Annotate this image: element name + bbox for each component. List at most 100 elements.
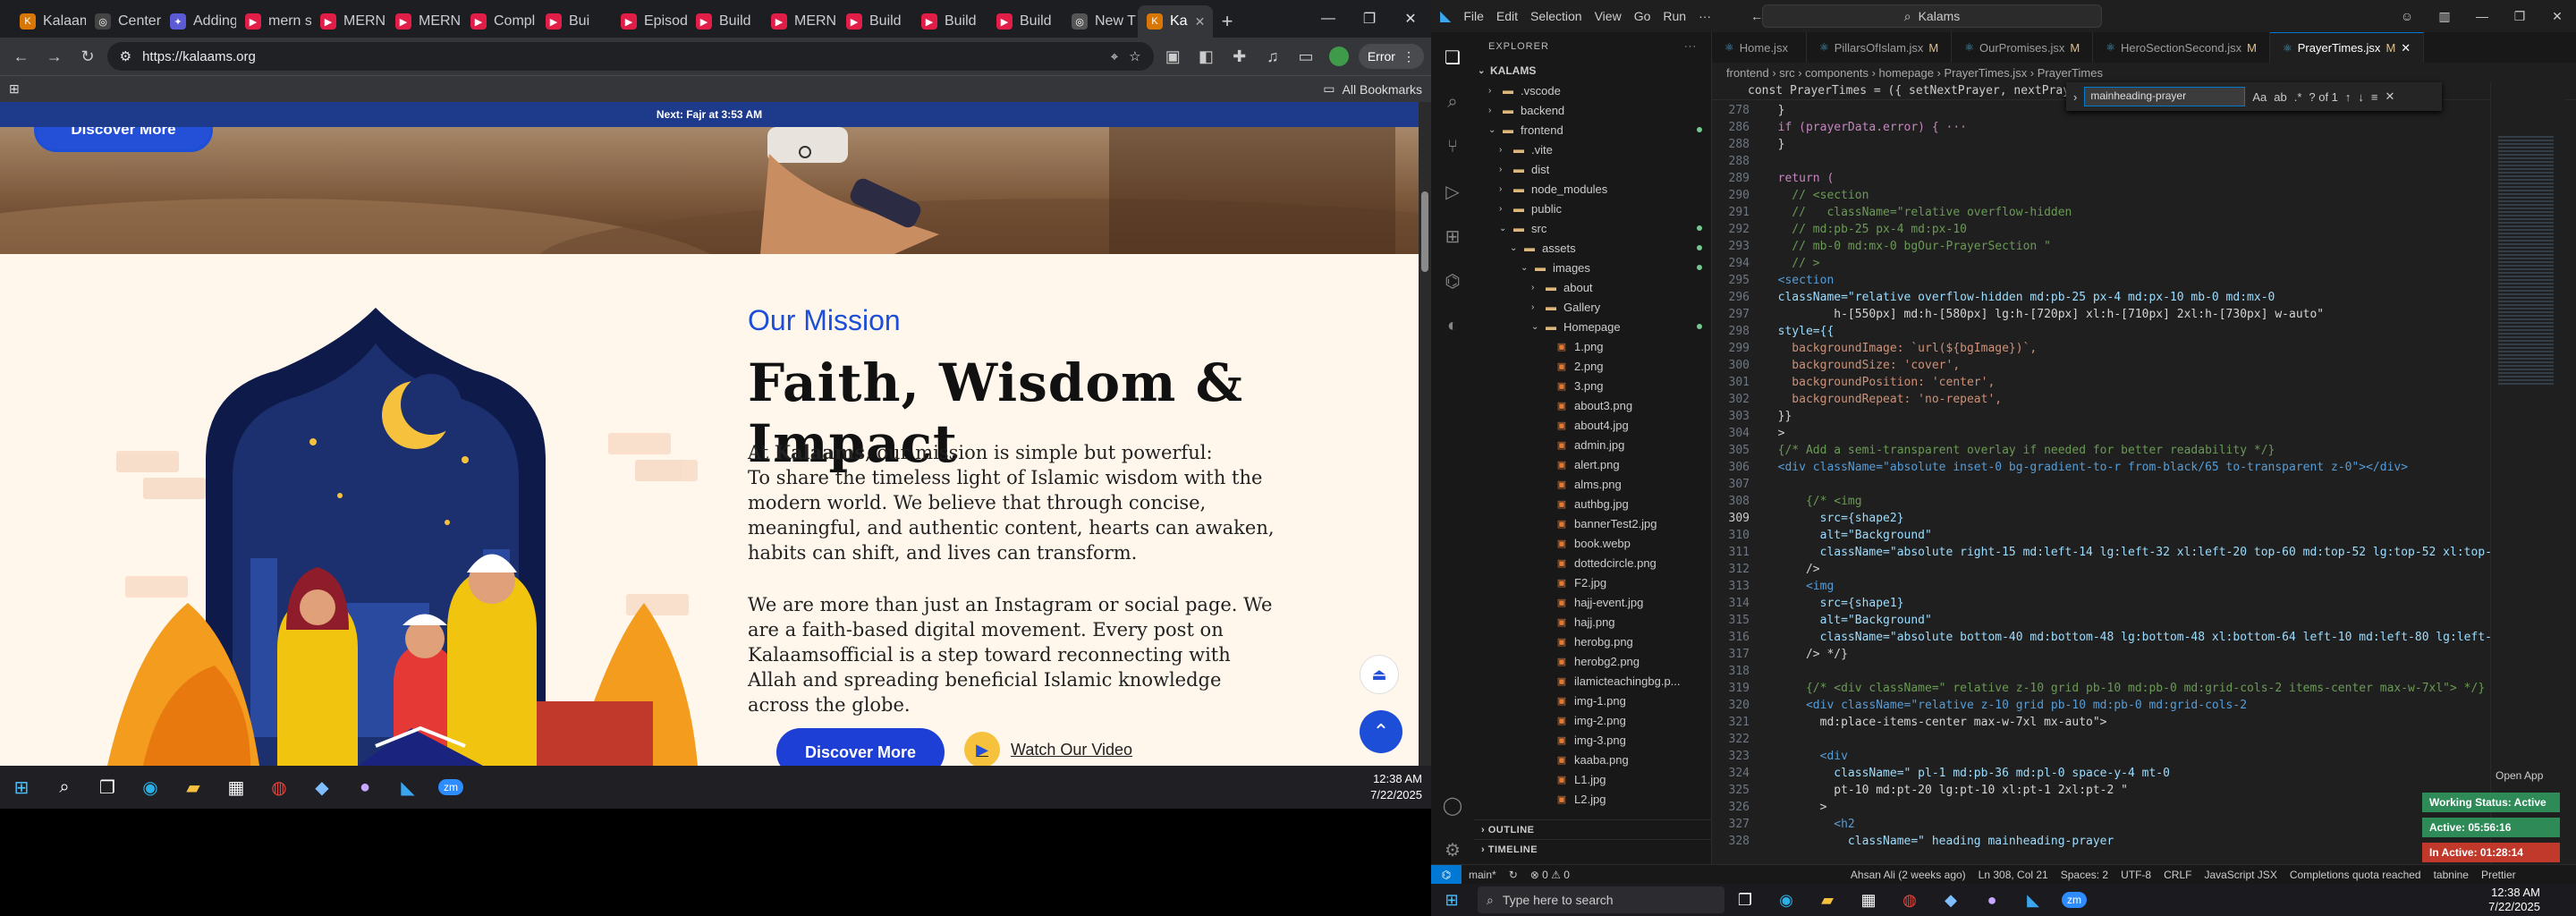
file-explorer-icon[interactable]: ▰ bbox=[172, 766, 215, 809]
code-line[interactable]: 321 md:place-items-center max-w-7xl mx-a… bbox=[1712, 714, 2576, 731]
workspace-root[interactable]: ⌄ KALAMS bbox=[1474, 61, 1711, 81]
chrome-icon[interactable]: ◍ bbox=[258, 766, 301, 809]
tree-file[interactable]: ▣ kaaba.png bbox=[1474, 750, 1711, 769]
tree-file[interactable]: ▣ about3.png bbox=[1474, 395, 1711, 415]
minimize-icon[interactable]: — bbox=[2463, 0, 2501, 32]
minimize-icon[interactable]: — bbox=[1308, 0, 1349, 38]
source-control-icon[interactable]: ⑂ bbox=[1431, 127, 1474, 166]
url-text[interactable]: https://kalaams.org bbox=[142, 49, 1100, 64]
code-line[interactable]: 310 alt="Background" bbox=[1712, 527, 2576, 544]
tree-file[interactable]: ▣ herobg.png bbox=[1474, 632, 1711, 651]
code-line[interactable]: 302 backgroundRepeat: 'no-repeat', bbox=[1712, 391, 2576, 408]
menu-item[interactable]: Selection bbox=[1530, 9, 1582, 23]
scroll-top-button[interactable]: ⌃ bbox=[1360, 710, 1402, 753]
tree-file[interactable]: ▣ admin.jpg bbox=[1474, 435, 1711, 454]
code-line[interactable]: 312 /> bbox=[1712, 561, 2576, 578]
code-line[interactable]: 297 h-[550px] md:h-[580px] lg:h-[720px] … bbox=[1712, 306, 2576, 323]
code-line[interactable]: 308 {/* <img bbox=[1712, 493, 2576, 510]
taskbar-search[interactable]: ⌕ Type here to search bbox=[1478, 886, 1724, 913]
tree-file[interactable]: ▣ dottedcircle.png bbox=[1474, 553, 1711, 572]
scrollbar-thumb[interactable] bbox=[1421, 191, 1428, 272]
browser-tab[interactable]: ▶ Episod bbox=[612, 5, 687, 38]
media-icon[interactable]: ♫ bbox=[1258, 41, 1286, 72]
tree-folder[interactable]: › ▬ backend bbox=[1474, 100, 1711, 120]
explorer-icon[interactable]: ❏ bbox=[1431, 38, 1474, 77]
tree-folder[interactable]: › ▬ .vite bbox=[1474, 140, 1711, 159]
run-debug-icon[interactable]: ▷ bbox=[1431, 172, 1474, 211]
browser-tab[interactable]: ▶ Build bbox=[987, 5, 1063, 38]
tree-file[interactable]: ▣ alms.png bbox=[1474, 474, 1711, 494]
browser-tab[interactable]: ◎ New T bbox=[1063, 5, 1138, 38]
tree-folder[interactable]: ⌄ ▬ src bbox=[1474, 218, 1711, 238]
right-clock[interactable]: 12:38 AM 7/22/2025 bbox=[2488, 886, 2540, 914]
browser-tab[interactable]: ▶ MERN bbox=[762, 5, 837, 38]
tree-folder[interactable]: ⌄ ▬ Homepage bbox=[1474, 317, 1711, 336]
tabnine-status[interactable]: tabnine bbox=[2434, 869, 2469, 881]
editor-tab[interactable]: ⚛ Home.jsx bbox=[1712, 32, 1807, 63]
tree-file[interactable]: ▣ bannerTest2.jpg bbox=[1474, 513, 1711, 533]
github-icon[interactable]: ● bbox=[343, 766, 386, 809]
problems-status[interactable]: ⊗ 0 ⚠ 0 bbox=[1530, 869, 1570, 881]
arrow-up-icon[interactable]: ↑ bbox=[2345, 90, 2351, 104]
close-icon[interactable]: ✕ bbox=[1390, 0, 1431, 38]
store-icon[interactable]: ▦ bbox=[215, 766, 258, 809]
editor-tab[interactable]: ⚛ OurPromises.jsx M bbox=[1952, 32, 2094, 63]
hero-discover-button[interactable]: Discover More bbox=[34, 127, 213, 152]
editor-tab[interactable]: ⚛ PillarsOfIslam.jsx M bbox=[1807, 32, 1953, 63]
code-line[interactable]: 288 } bbox=[1712, 136, 2576, 153]
back-arrow-icon[interactable]: ← bbox=[7, 41, 35, 72]
code-line[interactable]: 318 bbox=[1712, 663, 2576, 680]
left-clock[interactable]: 12:38 AM 7/22/2025 bbox=[1370, 771, 1422, 803]
more-icon[interactable]: ··· bbox=[1684, 41, 1697, 52]
vscode-icon[interactable]: ◣ bbox=[386, 766, 429, 809]
open-app-link[interactable]: Open App bbox=[2496, 769, 2543, 782]
bookmark-star-icon[interactable]: ☆ bbox=[1129, 48, 1140, 64]
eol-status[interactable]: CRLF bbox=[2164, 869, 2191, 881]
code-line[interactable]: 301 backgroundPosition: 'center', bbox=[1712, 374, 2576, 391]
close-icon[interactable]: ✕ bbox=[2538, 0, 2576, 32]
puzzle-icon[interactable]: ✚ bbox=[1225, 41, 1253, 72]
discover-more-button[interactable]: Discover More bbox=[776, 728, 945, 766]
code-line[interactable]: 295 <section bbox=[1712, 272, 2576, 289]
layout-icon[interactable]: ▥ bbox=[2426, 0, 2463, 32]
language-status[interactable]: JavaScript JSX bbox=[2204, 869, 2276, 881]
chrome-icon[interactable]: ◍ bbox=[1889, 884, 1930, 916]
code-line[interactable]: 288 bbox=[1712, 153, 2576, 170]
file-explorer-icon[interactable]: ▰ bbox=[1807, 884, 1848, 916]
code-line[interactable]: 286 if (prayerData.error) { ··· bbox=[1712, 119, 2576, 136]
breadcrumb[interactable]: frontend › src › components › homepage ›… bbox=[1712, 63, 2576, 82]
code-line[interactable]: 309 src={shape2} bbox=[1712, 510, 2576, 527]
remote-icon[interactable]: ⌬ bbox=[1431, 864, 1462, 885]
code-line[interactable]: 305 {/* Add a semi-transparent overlay i… bbox=[1712, 442, 2576, 459]
menu-item[interactable]: Run bbox=[1663, 9, 1686, 23]
mongodb-icon[interactable]: ◐ bbox=[1431, 306, 1474, 345]
browser-tab[interactable]: ▶ Build bbox=[687, 5, 762, 38]
git-blame-status[interactable]: Ahsan Ali (2 weeks ago) bbox=[1851, 869, 1966, 881]
code-line[interactable]: 315 alt="Background" bbox=[1712, 612, 2576, 629]
browser-tab[interactable]: ▶ Compl bbox=[462, 5, 537, 38]
tree-folder[interactable]: ⌄ ▬ images bbox=[1474, 258, 1711, 277]
tree-folder[interactable]: › ▬ node_modules bbox=[1474, 179, 1711, 199]
error-button[interactable]: Error ⋮ bbox=[1358, 44, 1424, 69]
code-line[interactable]: 324 className=" pl-1 md:pb-36 md:pl-0 sp… bbox=[1712, 765, 2576, 782]
code-line[interactable]: 294 // > bbox=[1712, 255, 2576, 272]
tree-file[interactable]: ▣ 2.png bbox=[1474, 356, 1711, 376]
menu-item[interactable]: Edit bbox=[1496, 9, 1518, 23]
play-icon[interactable]: ▶ bbox=[964, 732, 1000, 766]
edge-icon[interactable]: ◉ bbox=[129, 766, 172, 809]
tree-folder[interactable]: › ▬ dist bbox=[1474, 159, 1711, 179]
menu-item[interactable]: Go bbox=[1634, 9, 1651, 23]
code-line[interactable]: 314 src={shape1} bbox=[1712, 595, 2576, 612]
site-info-icon[interactable]: ⚙ bbox=[120, 48, 131, 64]
sync-icon[interactable]: ↻ bbox=[1509, 869, 1518, 881]
code-line[interactable]: 311 className="absolute right-15 md:left… bbox=[1712, 544, 2576, 561]
code-line[interactable]: 299 backgroundImage: `url(${bgImage})`, bbox=[1712, 340, 2576, 357]
search-icon[interactable]: ⌕ bbox=[43, 766, 86, 809]
code-line[interactable]: 291 // className="relative overflow-hidd… bbox=[1712, 204, 2576, 221]
tree-file[interactable]: ▣ img-1.png bbox=[1474, 691, 1711, 710]
code-line[interactable]: 317 /> */} bbox=[1712, 646, 2576, 663]
maximize-icon[interactable]: ❐ bbox=[1349, 0, 1390, 38]
code-line[interactable]: 322 bbox=[1712, 731, 2576, 748]
github-icon[interactable]: ● bbox=[1971, 884, 2012, 916]
browser-tab[interactable]: ▶ mern s bbox=[236, 5, 311, 38]
